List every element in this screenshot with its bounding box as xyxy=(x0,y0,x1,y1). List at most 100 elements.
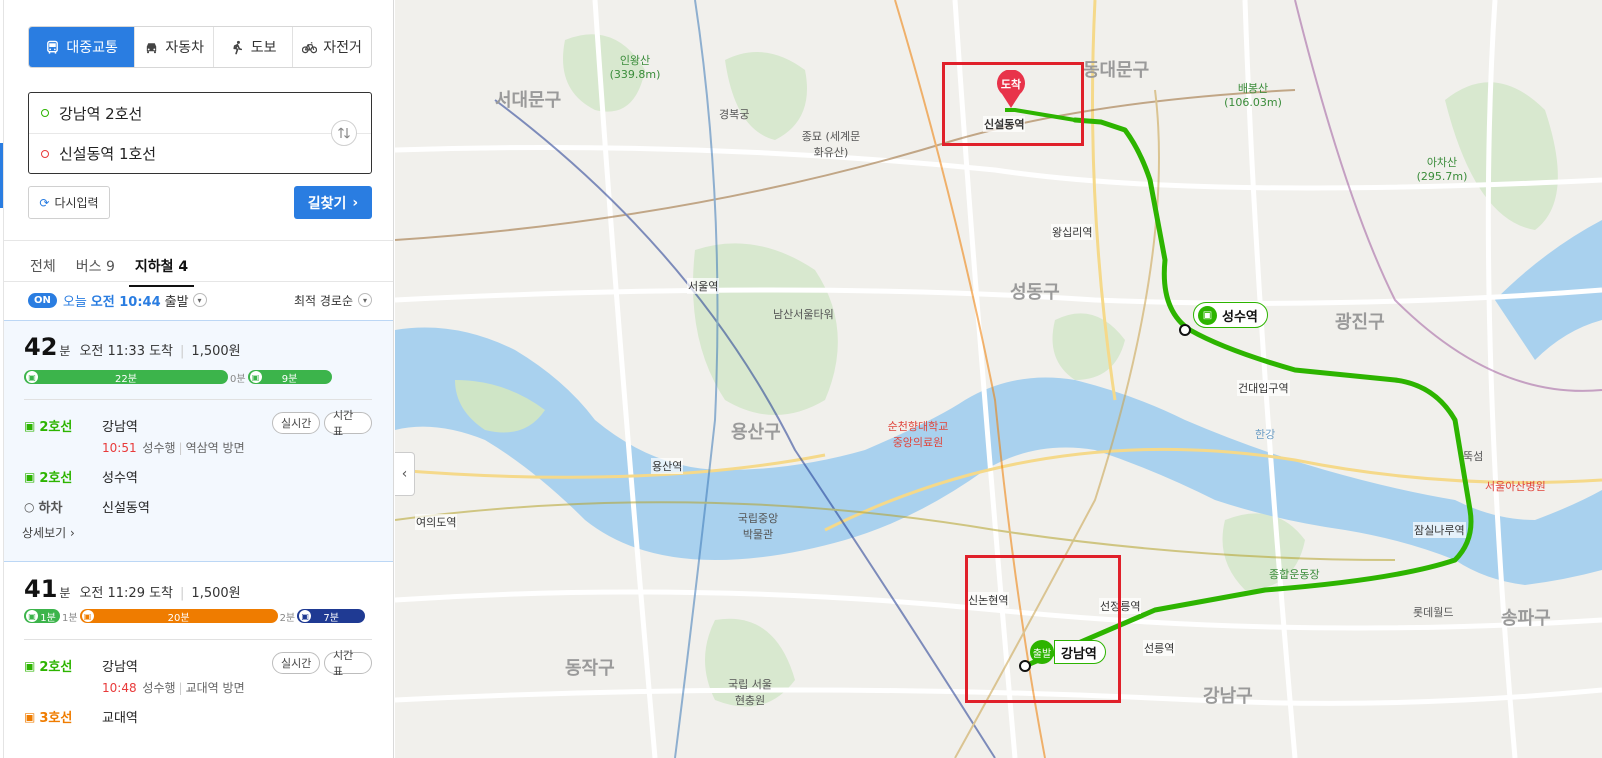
sort-chevron-icon: ▾ xyxy=(358,293,372,307)
start-field-value: 강남역 2호선 xyxy=(59,104,143,123)
time-segment: ▣ 22분 xyxy=(24,370,228,385)
map-label: 배봉산 (106.03m) xyxy=(1224,82,1282,109)
end-field[interactable]: 신설동역 1호선 xyxy=(29,133,371,173)
route-result-card[interactable]: 41 분 오전 11:29 도착 | 1,500원 ▣ 1분 1분 ▣ 20분 2분… xyxy=(4,563,393,758)
subway-icon: ▣ xyxy=(249,371,262,383)
leg-line: ▣ 2호선 xyxy=(24,467,72,487)
leg-station: 강남역 xyxy=(102,660,138,675)
search-route-label: 길찾기 xyxy=(307,195,347,212)
realtime-button[interactable]: 실시간 xyxy=(272,412,321,434)
details-link-label: 상세보기 xyxy=(22,526,67,540)
time-dropdown-chevron-icon[interactable]: ▾ xyxy=(192,293,207,307)
chevron-left-icon: ‹ xyxy=(401,466,408,482)
swap-arrows-icon xyxy=(338,127,350,139)
end-field-value: 신설동역 1호선 xyxy=(59,145,157,163)
car-icon xyxy=(147,42,157,53)
map-label: 국립 서울현충원 xyxy=(728,678,772,707)
subway-icon: ▣ xyxy=(26,371,38,383)
leg-line-label: 2호선 xyxy=(39,660,73,675)
subway-icon: ▣ xyxy=(26,610,38,622)
depart-time[interactable]: 오전 10:44 xyxy=(91,291,161,310)
leg-station: 교대역 xyxy=(102,711,138,726)
mode-walk[interactable]: 도보 xyxy=(213,27,292,67)
arrival-pin[interactable]: 도착 xyxy=(994,69,1028,108)
district-label: 동작구 xyxy=(565,658,615,679)
fare: 1,500원 xyxy=(191,344,241,359)
map-label: 종묘 (세계문화유산) xyxy=(801,130,861,159)
realtime-button[interactable]: 실시간 xyxy=(272,652,321,674)
details-link[interactable]: 상세보기 › xyxy=(22,524,75,541)
timetable-button[interactable]: 시간표 xyxy=(324,409,372,438)
time-gap: 0분 xyxy=(230,373,246,385)
map-label: 왕십리역 xyxy=(1051,224,1094,240)
divider xyxy=(4,281,393,282)
leg-station: 성수역 xyxy=(102,471,138,486)
time-segment-label: 7분 xyxy=(323,612,339,624)
transfer-station-name: 성수역 xyxy=(1222,309,1258,325)
fare: 1,500원 xyxy=(191,586,241,601)
map-label: 경복궁 xyxy=(719,108,750,121)
map-label: 건대입구역 xyxy=(1237,380,1290,396)
arrival-tag: 도착 xyxy=(1000,78,1022,91)
on-toggle[interactable]: ON xyxy=(28,292,57,308)
divider xyxy=(24,399,372,400)
mode-transit[interactable]: 대중교통 xyxy=(29,27,135,67)
leg-direction: 성수행 xyxy=(142,441,176,455)
duration-minutes: 42 xyxy=(24,333,58,361)
timetable-button[interactable]: 시간표 xyxy=(324,649,372,678)
district-label: 서대문구 xyxy=(495,90,562,111)
leg-toward: 교대역 방면 xyxy=(185,681,245,695)
map-label: 여의도역 xyxy=(415,514,458,530)
directions-panel: 대중교통 자동차 도보 자전거 강남역 2호선 신설동역 1호선 ⟳ 다시입력 … xyxy=(4,0,394,758)
map-label: 서울아산병원 xyxy=(1485,480,1546,493)
subway-icon: ▣ xyxy=(24,469,36,484)
highlight-box-departure xyxy=(965,555,1121,703)
mode-car[interactable]: 자동차 xyxy=(134,27,213,67)
reset-button[interactable]: ⟳ 다시입력 xyxy=(28,186,110,219)
end-dot-icon xyxy=(41,149,49,158)
start-field[interactable]: 강남역 2호선 xyxy=(29,93,371,133)
refresh-icon: ⟳ xyxy=(39,195,50,210)
divider xyxy=(24,639,372,640)
leg-direction: 성수행 xyxy=(142,681,176,695)
mode-transit-label: 대중교통 xyxy=(66,40,118,56)
separator: | xyxy=(180,586,185,601)
district-label: 용산구 xyxy=(731,422,781,443)
arrival-time: 오전 11:29 도착 xyxy=(79,586,174,601)
time-segment-label: 9분 xyxy=(281,373,298,385)
collapse-panel-button[interactable]: ‹ xyxy=(395,452,415,496)
leg-line-label: 2호선 xyxy=(39,420,73,435)
district-label: 광진구 xyxy=(1335,312,1385,333)
departure-tag: 출발 xyxy=(1030,640,1054,664)
transfer-station-marker[interactable]: ▣ 성수역 xyxy=(1193,302,1268,328)
search-route-button[interactable]: 길찾기 › xyxy=(294,186,372,219)
map-label: 한강 xyxy=(1255,428,1276,441)
time-segment: ▣ 7분 xyxy=(297,609,366,624)
alight-circle-icon: ○ xyxy=(24,499,35,514)
leg-detail: 10:48 성수행 | 교대역 방면 xyxy=(102,679,245,696)
map-label: 뚝섬 xyxy=(1463,450,1484,463)
sort-label: 최적 경로순 xyxy=(293,293,353,308)
time-segment: ▣ 20분 xyxy=(79,609,278,624)
map-label: 순천향대학교 중앙의료원 xyxy=(887,420,949,449)
route-inputs: 강남역 2호선 신설동역 1호선 xyxy=(28,92,372,174)
start-dot-icon xyxy=(41,109,49,117)
leg-line-label: 하차 xyxy=(38,501,63,516)
separator: | xyxy=(178,441,183,455)
map-label: 서울역 xyxy=(687,278,720,294)
district-label: 강남구 xyxy=(1203,686,1253,707)
map-label: 잠실나루역 xyxy=(1413,522,1466,538)
mode-walk-label: 도보 xyxy=(250,40,277,56)
subway-icon: ▣ xyxy=(1198,305,1217,325)
route-result-card[interactable]: 42 분 오전 11:33 도착 | 1,500원 ▣ 22분 0분 ▣ 9분 4분… xyxy=(4,320,393,562)
time-segment-label: 20분 xyxy=(167,612,190,624)
departure-filter: ON 오늘 오전 10:44 출발 ▾ 최적 경로순 ▾ xyxy=(28,289,372,311)
subway-icon: ▣ xyxy=(24,709,36,724)
sort-dropdown[interactable]: 최적 경로순 ▾ xyxy=(294,292,372,309)
mode-bicycle[interactable]: 자전거 xyxy=(292,27,371,67)
map-label: 종합운동장 xyxy=(1269,568,1320,581)
swap-button[interactable] xyxy=(331,120,357,146)
map-label: 남산서울타워 xyxy=(773,308,834,321)
reset-button-label: 다시입력 xyxy=(54,196,99,210)
subway-icon: ▣ xyxy=(24,658,36,673)
